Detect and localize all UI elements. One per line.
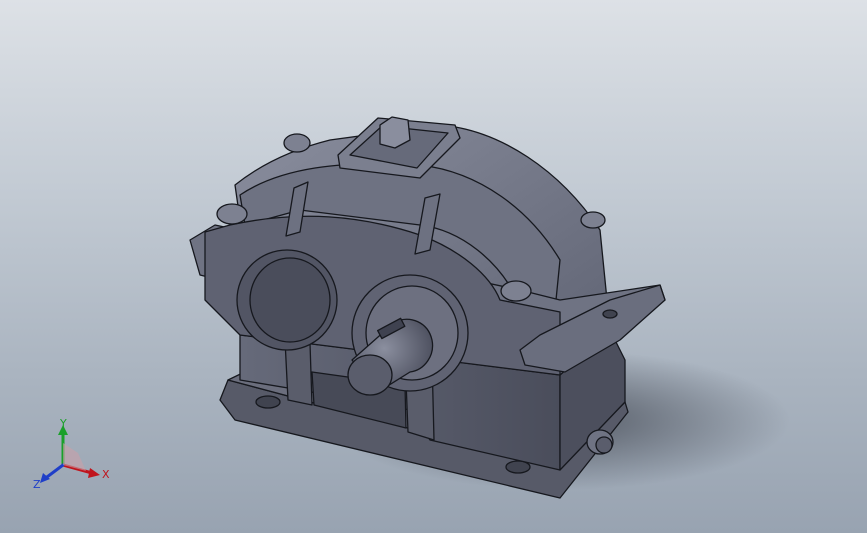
- bolt-head[interactable]: [283, 133, 311, 153]
- bolt-head[interactable]: [500, 280, 532, 302]
- output-shaft-end[interactable]: [347, 354, 393, 396]
- gearbox-3d-model[interactable]: [0, 0, 867, 533]
- graphics-viewport[interactable]: Y X Z: [0, 0, 867, 533]
- z-axis-label: Z: [33, 478, 41, 491]
- x-axis-arrow: [88, 468, 100, 478]
- base-bolt-hole-1[interactable]: [255, 395, 281, 409]
- bolt-head[interactable]: [580, 211, 606, 229]
- bolt-head[interactable]: [216, 203, 248, 225]
- bearing-cover-large-inner: [249, 257, 331, 343]
- x-axis-label: X: [102, 468, 110, 481]
- z-axis-line: [45, 463, 65, 479]
- y-axis-label: Y: [59, 417, 67, 430]
- flange-ear-bolt-hole[interactable]: [602, 309, 618, 319]
- coordinate-triad[interactable]: Y X Z: [30, 415, 120, 495]
- drain-plug-nut: [595, 436, 613, 454]
